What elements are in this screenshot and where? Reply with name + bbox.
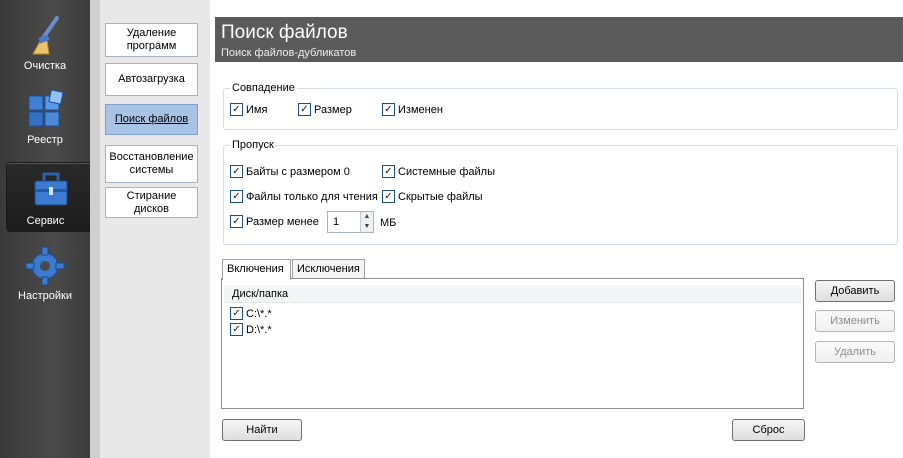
list-item-checkbox[interactable]: ✓ — [230, 323, 246, 336]
match-group: Совпадение ✓ Имя ✓ Размер ✓ Изменен — [223, 82, 898, 130]
nav-item-registry[interactable]: Реестр — [0, 82, 90, 152]
size-limit-stepper[interactable]: 1 ▲ ▼ — [327, 211, 374, 233]
tool-restore-label: Восстановление системы — [109, 151, 194, 176]
tools-panel: Удаление программ Автозагрузка Поиск фай… — [90, 0, 210, 458]
tab-exclude[interactable]: Исключения — [292, 259, 365, 279]
checkmark-icon: ✓ — [230, 190, 243, 203]
tab-exclude-label: Исключения — [297, 263, 360, 275]
tool-disk-wipe[interactable]: Стирание дисков — [105, 187, 198, 218]
page-subtitle: Поиск файлов-дубликатов — [221, 47, 357, 59]
tab-include-label: Включения — [227, 263, 284, 275]
page-title: Поиск файлов — [221, 22, 348, 43]
nav-item-service[interactable]: Сервис — [6, 162, 90, 232]
checkbox-label: Скрытые файлы — [398, 190, 483, 203]
checkbox-label: Изменен — [398, 103, 443, 116]
match-modified-checkbox[interactable]: ✓ Изменен — [382, 103, 443, 116]
skip-group-title: Пропуск — [230, 139, 276, 151]
checkmark-icon: ✓ — [230, 307, 243, 320]
checkbox-label: Размер менее — [246, 215, 319, 228]
size-limit-value: 1 — [333, 216, 340, 228]
list-column-header[interactable]: Диск/папка — [224, 285, 801, 303]
match-size-checkbox[interactable]: ✓ Размер — [298, 103, 352, 116]
main-nav: Очистка Реестр Сервис Настройки — [0, 0, 90, 458]
list-item[interactable]: ✓ D:\*.* — [230, 323, 272, 336]
spin-up-icon[interactable]: ▲ — [360, 212, 373, 222]
list-item[interactable]: ✓ C:\*.* — [230, 307, 272, 320]
nav-label: Очистка — [23, 60, 67, 72]
list-header-label: Диск/папка — [232, 288, 289, 300]
match-group-title: Совпадение — [230, 82, 297, 94]
checkmark-icon: ✓ — [298, 103, 311, 116]
skip-system-files-checkbox[interactable]: ✓ Системные файлы — [382, 165, 495, 178]
tool-wipe-label: Стирание дисков — [126, 189, 177, 215]
skip-size-less-checkbox[interactable]: ✓ Размер менее — [230, 215, 319, 228]
match-name-checkbox[interactable]: ✓ Имя — [230, 103, 267, 116]
checkbox-label: Файлы только для чтения — [246, 190, 378, 203]
find-button[interactable]: Найти — [222, 419, 302, 441]
gear-icon — [23, 244, 67, 288]
checkmark-icon: ✓ — [382, 190, 395, 203]
checkmark-icon: ✓ — [230, 215, 243, 228]
add-button[interactable]: Добавить — [815, 280, 895, 302]
checkbox-label: Байты с размером 0 — [246, 165, 350, 178]
size-unit-label: МБ — [380, 217, 397, 229]
tool-startup-label: Автозагрузка — [118, 73, 185, 85]
nav-item-settings[interactable]: Настройки — [0, 238, 90, 308]
tool-system-restore[interactable]: Восстановление системы — [105, 145, 198, 183]
list-item-checkbox[interactable]: ✓ — [230, 307, 246, 320]
tool-startup[interactable]: Автозагрузка — [105, 63, 198, 96]
delete-button[interactable]: Удалить — [815, 341, 895, 363]
list-item-path: D:\*.* — [246, 323, 272, 336]
spin-down-icon[interactable]: ▼ — [360, 222, 373, 232]
tool-find-files[interactable]: Поиск файлов — [105, 104, 198, 135]
skip-group: Пропуск ✓ Байты с размером 0 ✓ Системные… — [223, 139, 898, 245]
checkbox-label: Системные файлы — [398, 165, 495, 178]
skip-readonly-checkbox[interactable]: ✓ Файлы только для чтения — [230, 190, 378, 203]
checkmark-icon: ✓ — [382, 103, 395, 116]
checkbox-label: Имя — [246, 103, 268, 116]
registry-cubes-icon — [23, 88, 67, 132]
skip-hidden-checkbox[interactable]: ✓ Скрытые файлы — [382, 190, 483, 203]
skip-zero-bytes-checkbox[interactable]: ✓ Байты с размером 0 — [230, 165, 350, 178]
tool-uninstall-label: Удаление программ — [126, 27, 177, 52]
toolbox-icon — [29, 169, 73, 213]
nav-label: Сервис — [26, 215, 65, 227]
nav-label: Реестр — [27, 134, 63, 146]
checkmark-icon: ✓ — [230, 103, 243, 116]
checkmark-icon: ✓ — [382, 165, 395, 178]
include-list[interactable]: Диск/папка ✓ C:\*.* ✓ D:\*.* — [221, 278, 804, 409]
page-header: Поиск файлов Поиск файлов-дубликатов — [215, 17, 903, 62]
content-area: Поиск файлов Поиск файлов-дубликатов Сов… — [210, 0, 903, 458]
tool-uninstall[interactable]: Удаление программ — [105, 23, 198, 57]
broom-icon — [23, 14, 67, 58]
checkbox-label: Размер — [314, 103, 352, 116]
checkmark-icon: ✓ — [230, 323, 243, 336]
tab-include[interactable]: Включения — [222, 259, 291, 280]
nav-item-cleaner[interactable]: Очистка — [0, 8, 90, 78]
reset-button[interactable]: Сброс — [732, 419, 805, 441]
list-item-path: C:\*.* — [246, 307, 272, 320]
tool-find-files-label: Поиск файлов — [114, 113, 189, 125]
edit-button[interactable]: Изменить — [815, 310, 895, 332]
checkmark-icon: ✓ — [230, 165, 243, 178]
nav-label: Настройки — [18, 290, 72, 302]
